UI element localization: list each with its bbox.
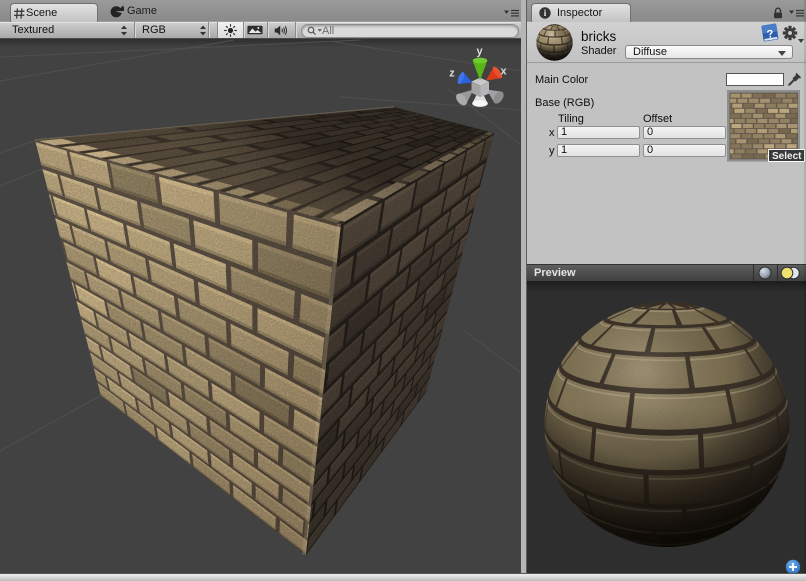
svg-text:z: z	[449, 68, 455, 80]
svg-text:x: x	[500, 66, 507, 78]
svg-text:y: y	[476, 46, 483, 58]
svg-text:Select: Select	[772, 151, 802, 162]
